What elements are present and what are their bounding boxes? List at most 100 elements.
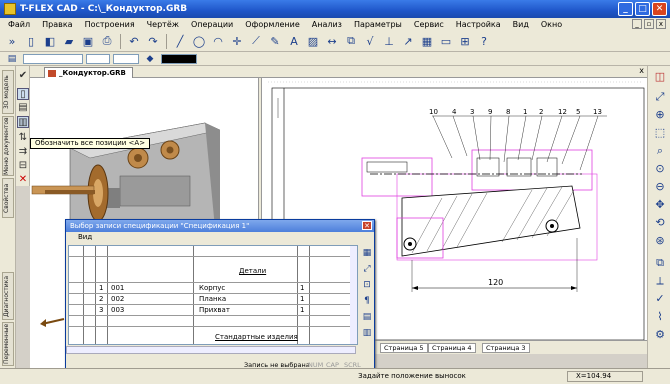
menu-file[interactable]: Файл xyxy=(8,20,30,29)
callout-5: 5 xyxy=(576,108,580,116)
dialog-menu-view[interactable]: Вид xyxy=(66,232,374,243)
variables-icon[interactable]: ⊞ xyxy=(457,33,473,49)
zoom-window-icon[interactable]: ⬚ xyxy=(653,126,667,140)
new-3d-icon[interactable]: ◧ xyxy=(42,33,58,49)
snap-icon[interactable]: ⟂ xyxy=(653,274,667,288)
document-tab[interactable]: _Кондуктор.GRB xyxy=(44,67,133,78)
tab-variables[interactable]: Переменные xyxy=(2,322,14,366)
menu-operations[interactable]: Операции xyxy=(191,20,233,29)
text-icon[interactable]: A xyxy=(286,33,302,49)
roughness-icon[interactable]: √ xyxy=(362,33,378,49)
zoom-icon[interactable]: ⊕ xyxy=(653,108,667,122)
paragraph-icon[interactable]: ¶ xyxy=(361,295,373,307)
tab-documents-menu[interactable]: Меню документов xyxy=(2,116,14,176)
zoom-out-icon[interactable]: ⊖ xyxy=(653,180,667,194)
graphic-icon[interactable]: ⟋ xyxy=(248,33,264,49)
mdi-restore-button[interactable]: ▫ xyxy=(644,19,654,29)
help-icon[interactable]: ? xyxy=(476,33,492,49)
hatch-icon[interactable]: ▨ xyxy=(305,33,321,49)
tab-page-5[interactable]: Страница 5 xyxy=(380,343,428,353)
mdi-minimize-button[interactable]: _ xyxy=(632,19,642,29)
priority-combo[interactable] xyxy=(113,53,139,64)
menu-settings[interactable]: Настройка xyxy=(456,20,501,29)
undo-icon[interactable]: ↶ xyxy=(126,33,142,49)
node-icon[interactable]: ✛ xyxy=(229,33,245,49)
level-combo[interactable] xyxy=(86,53,110,64)
circle-icon[interactable]: ◯ xyxy=(191,33,207,49)
fragment-icon[interactable]: ⧉ xyxy=(343,33,359,49)
dimension-icon[interactable]: ↔ xyxy=(324,33,340,49)
menu-service[interactable]: Сервис xyxy=(414,20,444,29)
fit-icon[interactable]: ⤢ xyxy=(653,90,667,104)
arc-icon[interactable]: ◠ xyxy=(210,33,226,49)
layers-icon[interactable]: ⧉ xyxy=(653,256,667,270)
options-icon[interactable]: ⊟ xyxy=(17,160,29,172)
table-icon[interactable]: ▦ xyxy=(419,33,435,49)
pan-icon[interactable]: ✥ xyxy=(653,198,667,212)
section-icon[interactable]: ▤ xyxy=(361,311,373,323)
menu-edit[interactable]: Правка xyxy=(42,20,72,29)
settings-icon[interactable]: ⚙ xyxy=(653,328,667,342)
zoom-all-icon[interactable]: ⌕ xyxy=(653,144,667,158)
tab-page-3[interactable]: Страница 3 xyxy=(482,343,530,353)
3d-view-icon[interactable]: ◫ xyxy=(653,70,667,84)
menu-formatting[interactable]: Оформление xyxy=(245,20,300,29)
cancel-icon[interactable]: ✕ xyxy=(17,174,29,186)
table-hscrollbar[interactable] xyxy=(66,346,356,354)
open-icon[interactable]: ▰ xyxy=(61,33,77,49)
new-document-icon[interactable]: ▯ xyxy=(23,33,39,49)
fill-icon[interactable]: ◆ xyxy=(142,53,158,65)
qty-cell: 1 xyxy=(300,306,305,314)
layer-combo[interactable] xyxy=(23,53,83,64)
redo-icon[interactable]: ↷ xyxy=(145,33,161,49)
tab-properties[interactable]: Свойства xyxy=(2,178,14,218)
tab-diagnostics[interactable]: Диагностика xyxy=(2,272,14,320)
expand-icon[interactable]: » xyxy=(4,33,20,49)
orbit-icon[interactable]: ⊛ xyxy=(653,234,667,248)
arrange-icon[interactable]: ⇅ xyxy=(17,132,29,144)
align-icon[interactable]: ⇉ xyxy=(17,146,29,158)
menu-construct[interactable]: Построения xyxy=(85,20,135,29)
menu-analysis[interactable]: Анализ xyxy=(312,20,342,29)
tolerance-icon[interactable]: ⊥ xyxy=(381,33,397,49)
menu-parameters[interactable]: Параметры xyxy=(354,20,402,29)
table-row[interactable]: 1 001 Корпус 1 xyxy=(69,283,357,294)
add-icon[interactable]: ▦ xyxy=(361,247,373,259)
layer-icon[interactable]: ▤ xyxy=(4,53,20,65)
leader-icon[interactable]: ↗ xyxy=(400,33,416,49)
table-scrollbar[interactable] xyxy=(350,246,357,344)
document-close-icon[interactable]: x xyxy=(639,66,644,75)
menu-window[interactable]: Окно xyxy=(541,20,562,29)
save-icon[interactable]: ▣ xyxy=(80,33,96,49)
page-icon[interactable]: ▭ xyxy=(438,33,454,49)
maximize-button[interactable]: □ xyxy=(635,2,650,16)
fit-icon[interactable]: ⤢ xyxy=(361,263,373,275)
tab-3d-model[interactable]: 3D модель xyxy=(2,70,14,114)
mdi-close-button[interactable]: x xyxy=(656,19,666,29)
line-icon[interactable]: ╱ xyxy=(172,33,188,49)
table-row[interactable]: 3 003 Прихват 1 xyxy=(69,305,357,316)
section-details-label: Детали xyxy=(239,267,267,275)
tab-page-4[interactable]: Страница 4 xyxy=(428,343,476,353)
dialog-close-button[interactable]: ✕ xyxy=(362,221,372,230)
sketch-icon[interactable]: ✎ xyxy=(267,33,283,49)
menu-drawing[interactable]: Чертёж xyxy=(147,20,179,29)
table-row[interactable]: 2 002 Планка 1 xyxy=(69,294,357,305)
close-button[interactable]: ✕ xyxy=(652,2,667,16)
print-icon[interactable]: ⎙ xyxy=(99,33,115,49)
separator xyxy=(120,33,121,49)
minimize-button[interactable]: _ xyxy=(618,2,633,16)
zoom-icon[interactable]: ⊡ xyxy=(361,279,373,291)
zoom-in-icon[interactable]: ⊙ xyxy=(653,162,667,176)
menu-view[interactable]: Вид xyxy=(513,20,529,29)
spec-table[interactable]: Детали 1 001 Корпус 1 2 002 Планка 1 3 0… xyxy=(68,245,358,345)
grid-icon[interactable]: ▥ xyxy=(361,327,373,339)
rotate-icon[interactable]: ⟲ xyxy=(653,216,667,230)
confirm-icon[interactable]: ✔ xyxy=(17,70,29,82)
measure-icon[interactable]: ⌇ xyxy=(653,310,667,324)
mark-all-positions-icon[interactable]: ▥ xyxy=(17,116,29,128)
list-icon[interactable]: ▤ xyxy=(17,102,29,114)
color-combo[interactable] xyxy=(161,53,197,64)
leader-select-icon[interactable]: ▯ xyxy=(17,88,29,100)
check-icon[interactable]: ✓ xyxy=(653,292,667,306)
